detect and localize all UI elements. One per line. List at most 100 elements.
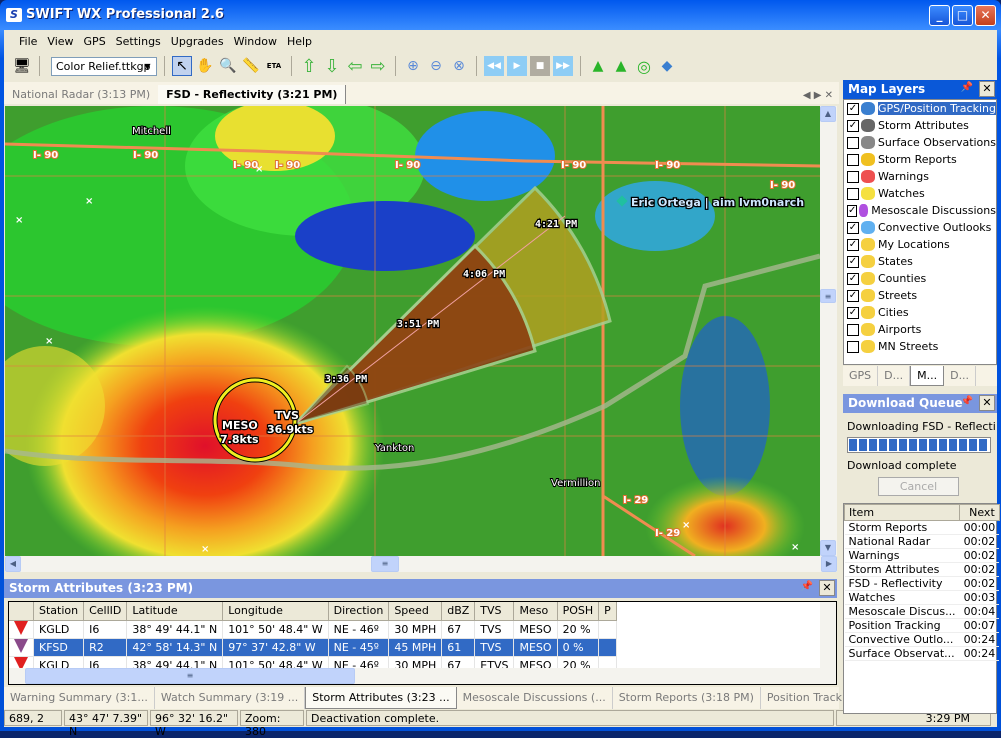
scroll-thumb[interactable]: ≡ (371, 556, 399, 572)
column-header[interactable]: Station (33, 602, 85, 621)
layer-checkbox[interactable]: ✓ (847, 272, 859, 285)
right-tab[interactable]: D... (878, 366, 911, 386)
column-header[interactable]: dBZ (441, 602, 476, 621)
pin-icon[interactable]: 📌 (961, 82, 973, 93)
right-tab[interactable]: M... (910, 366, 945, 386)
arrow-down-icon[interactable]: ⇩ (322, 56, 342, 77)
scroll-right-button[interactable]: ▶ (821, 556, 837, 572)
scroll-thumb[interactable]: ≡ (820, 289, 836, 303)
column-header[interactable]: Latitude (126, 602, 224, 621)
column-header[interactable]: Speed (388, 602, 443, 621)
menu-gps[interactable]: GPS (79, 35, 111, 48)
scroll-thumb[interactable]: ≡ (25, 668, 355, 684)
map-style-select[interactable]: Color Relief.ttkgp ▼ (51, 56, 157, 76)
layer-checkbox[interactable] (847, 170, 859, 183)
queue-row[interactable]: Surface Observat... 00:24 (844, 646, 1000, 661)
pin-icon[interactable]: 📌 (961, 396, 973, 407)
layer-item[interactable]: ✓ GPS/Position Tracking (844, 100, 996, 117)
column-item[interactable]: Item (843, 504, 961, 521)
layer-checkbox[interactable]: ✓ (847, 119, 859, 132)
layer-item[interactable]: ✓ Counties (844, 270, 996, 287)
close-panel-button[interactable]: ✕ (819, 580, 835, 596)
layer-checkbox[interactable] (847, 153, 859, 166)
rewind-icon[interactable]: ◀◀ (484, 56, 504, 76)
layer-item[interactable]: MN Streets (844, 338, 996, 355)
close-button[interactable]: ✕ (975, 5, 996, 26)
layer-checkbox[interactable]: ✓ (847, 289, 859, 302)
layer-item[interactable]: ✓ Convective Outlooks (844, 219, 996, 236)
column-header[interactable]: TVS (474, 602, 515, 621)
column-header[interactable] (9, 602, 34, 621)
gps-display-icon[interactable]: 🖥 (12, 56, 32, 76)
layer-checkbox[interactable] (847, 187, 859, 200)
storm-settings-icon[interactable]: ▲ (611, 56, 631, 76)
column-header[interactable]: POSH (557, 602, 600, 621)
layer-item[interactable]: Watches (844, 185, 996, 202)
bottom-tab[interactable]: Mesoscale Discussions (... (457, 687, 613, 709)
layer-item[interactable]: Airports (844, 321, 996, 338)
target-icon[interactable]: ◎ (634, 56, 654, 76)
column-header[interactable]: P (598, 602, 617, 621)
menu-file[interactable]: File (14, 35, 42, 48)
table-row[interactable]: KFSD R2 42° 58' 14.3" N 97° 37' 42.8" W NE -… (9, 638, 617, 657)
menu-help[interactable]: Help (282, 35, 317, 48)
map-horizontal-scrollbar[interactable]: ◀ ≡ ▶ (5, 556, 837, 572)
bottom-tab[interactable]: Storm Reports (3:18 PM) (613, 687, 761, 709)
layer-item[interactable]: Storm Reports (844, 151, 996, 168)
bottom-tab[interactable]: Warning Summary (3:1... (4, 687, 155, 709)
bottom-tab[interactable]: Storm Attributes (3:23 ... (305, 687, 457, 709)
column-header[interactable]: Direction (328, 602, 390, 621)
arrow-up-icon[interactable]: ⇧ (299, 56, 319, 77)
zoom-in-icon[interactable]: ⊕ (403, 56, 423, 76)
close-panel-button[interactable]: ✕ (979, 81, 995, 97)
bottom-tab[interactable]: Watch Summary (3:19 ... (155, 687, 306, 709)
pin-icon[interactable]: 📌 (801, 581, 813, 592)
table-horizontal-scrollbar[interactable]: ≡ (9, 668, 836, 684)
queue-row[interactable]: Warnings 00:02 (844, 548, 1000, 563)
queue-row[interactable]: Watches 00:03 (844, 590, 1000, 605)
arrow-left-icon[interactable]: ⇦ (345, 56, 365, 77)
scroll-left-button[interactable]: ◀ (5, 556, 21, 572)
column-header[interactable]: CellID (83, 602, 128, 621)
maximize-button[interactable]: □ (952, 5, 973, 26)
table-row[interactable]: KGLD I6 38° 49' 44.1" N 101° 50' 48.4" W NE … (9, 620, 617, 639)
layer-item[interactable]: Surface Observations (844, 134, 996, 151)
chevron-down-icon[interactable]: ▼ (140, 59, 155, 74)
minimize-button[interactable]: _ (929, 5, 950, 26)
column-header[interactable]: Longitude (222, 602, 329, 621)
layer-checkbox[interactable]: ✓ (847, 238, 859, 251)
menu-window[interactable]: Window (229, 35, 282, 48)
layer-item[interactable]: ✓ My Locations (844, 236, 996, 253)
layer-item[interactable]: Warnings (844, 168, 996, 185)
stop-icon[interactable]: ■ (530, 56, 550, 76)
tab-national-radar[interactable]: National Radar (3:13 PM) (4, 85, 158, 104)
tab-nav-controls[interactable]: ◀ ▶ ✕ (797, 87, 839, 104)
ruler-icon[interactable]: 📏 (241, 56, 261, 76)
layer-item[interactable]: ✓ States (844, 253, 996, 270)
layer-item[interactable]: ✓ Streets (844, 287, 996, 304)
close-panel-button[interactable]: ✕ (979, 395, 995, 411)
menu-view[interactable]: View (42, 35, 78, 48)
map-vertical-scrollbar[interactable]: ▲ ≡ ▼ (820, 106, 837, 556)
right-tab[interactable]: GPS (843, 366, 879, 386)
menu-upgrades[interactable]: Upgrades (166, 35, 229, 48)
zoom-reset-icon[interactable]: ⊗ (449, 56, 469, 76)
radar-map[interactable]: 3:36 PM 3:51 PM 4:06 PM 4:21 PM MESO 7.8… (5, 106, 820, 556)
layer-item[interactable]: ✓ Storm Attributes (844, 117, 996, 134)
layer-item[interactable]: ✓ Mesoscale Discussions (844, 202, 996, 219)
queue-row[interactable]: Mesoscale Discus... 00:04 (844, 604, 1000, 619)
layer-item[interactable]: ✓ Cities (844, 304, 996, 321)
gps-user-label[interactable]: Eric Ortega | aim lvm0narch (630, 195, 806, 211)
queue-row[interactable]: Storm Reports 00:00 (844, 520, 1000, 535)
fast-forward-icon[interactable]: ▶▶ (553, 56, 573, 76)
tab-fsd-reflectivity[interactable]: FSD - Reflectivity (3:21 PM) (158, 85, 347, 104)
scroll-up-button[interactable]: ▲ (820, 106, 836, 122)
play-icon[interactable]: ▶ (507, 56, 527, 76)
layer-settings-icon[interactable]: ◆ (657, 56, 677, 76)
magnifier-icon[interactable]: 🔍 (218, 56, 238, 76)
layer-checkbox[interactable] (847, 323, 859, 336)
layer-checkbox[interactable]: ✓ (847, 306, 859, 319)
layer-checkbox[interactable] (847, 136, 859, 149)
eta-icon[interactable]: ETA (264, 56, 284, 76)
layer-checkbox[interactable]: ✓ (847, 221, 859, 234)
